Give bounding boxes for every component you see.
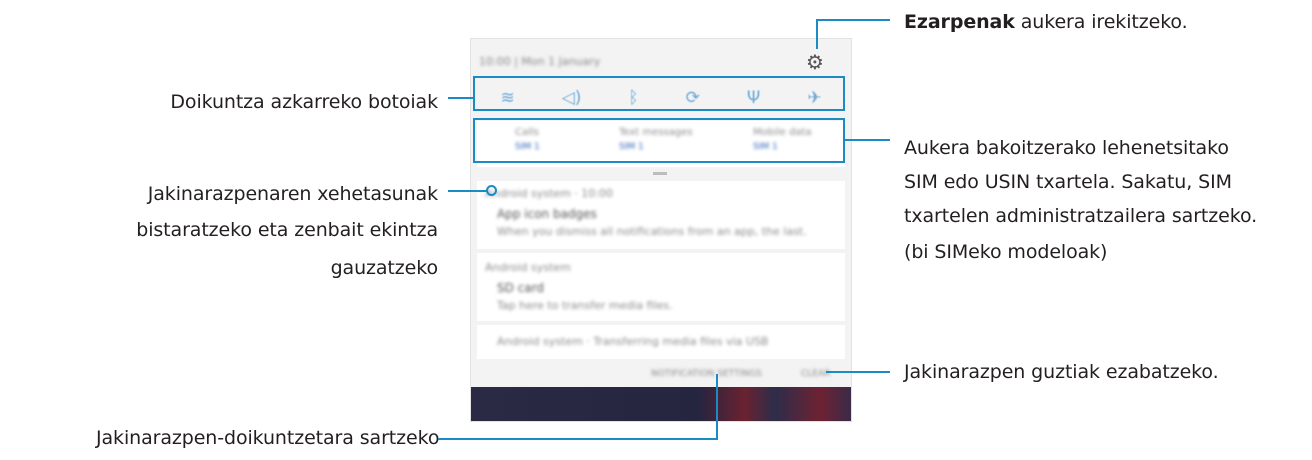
notification-card-1[interactable]: Android system · 10:00 App icon badges W… — [477, 181, 845, 249]
notification-1-body: When you dismiss all notifications from … — [497, 225, 807, 238]
wallpaper-strip — [471, 387, 851, 421]
notification-3-header: Android system · Transferring media file… — [497, 335, 769, 348]
notif-details-line — [448, 190, 488, 192]
notif-settings-line-v — [716, 374, 718, 440]
notification-1-title: App icon badges — [497, 207, 597, 221]
drag-handle[interactable] — [653, 172, 667, 175]
settings-rest: aukera irekitzeko. — [1014, 11, 1188, 33]
sim-line — [845, 139, 890, 141]
notification-2-title: SD card — [497, 281, 544, 295]
gear-icon[interactable]: ⚙ — [806, 50, 824, 74]
sim-annotation-3: txartelen administratzailera sartzeko. — [904, 205, 1258, 227]
notification-2-header: Android system — [485, 261, 571, 274]
quick-settings-callout — [473, 76, 845, 111]
clear-annotation: Jakinarazpen guztiak ezabatzeko. — [904, 361, 1219, 383]
notif-details-annotation-1: Jakinarazpenaren xehetasunak — [147, 183, 438, 205]
notif-details-marker — [486, 185, 497, 196]
sim-annotation-4: (bi SIMeko modeloak) — [904, 241, 1108, 263]
sim-annotation-2: SIM edo USIN txartela. Sakatu, SIM — [904, 171, 1232, 193]
notification-1-header: Android system · 10:00 — [485, 187, 613, 200]
notif-settings-line-h — [438, 438, 718, 440]
notification-card-3[interactable]: Android system · Transferring media file… — [477, 325, 845, 359]
clear-line — [826, 371, 890, 373]
quick-buttons-annotation: Doikuntza azkarreko botoiak — [170, 91, 438, 113]
sim-callout — [473, 118, 845, 163]
notif-details-annotation-2: bistaratzeko eta zenbait ekintza — [136, 219, 438, 241]
notification-settings-button[interactable]: NOTIFICATION SETTINGS — [651, 369, 762, 379]
quick-buttons-line — [448, 97, 474, 99]
notification-2-body: Tap here to transfer media files. — [497, 299, 673, 312]
settings-annotation: Ezarpenak aukera irekitzeko. — [904, 4, 1188, 40]
notif-settings-annotation: Jakinarazpen-doikuntzetara sartzeko — [96, 427, 440, 449]
sim-annotation-1: Aukera bakoitzerako lehenetsitako — [904, 137, 1229, 159]
settings-line-h — [816, 19, 890, 21]
notif-details-annotation-3: gauzatzeko — [330, 257, 439, 279]
settings-line-v — [816, 19, 818, 49]
notification-card-2[interactable]: Android system SD card Tap here to trans… — [477, 253, 845, 321]
settings-bold: Ezarpenak — [904, 11, 1015, 33]
status-text: 10:00 | Mon 1 January — [479, 55, 601, 68]
